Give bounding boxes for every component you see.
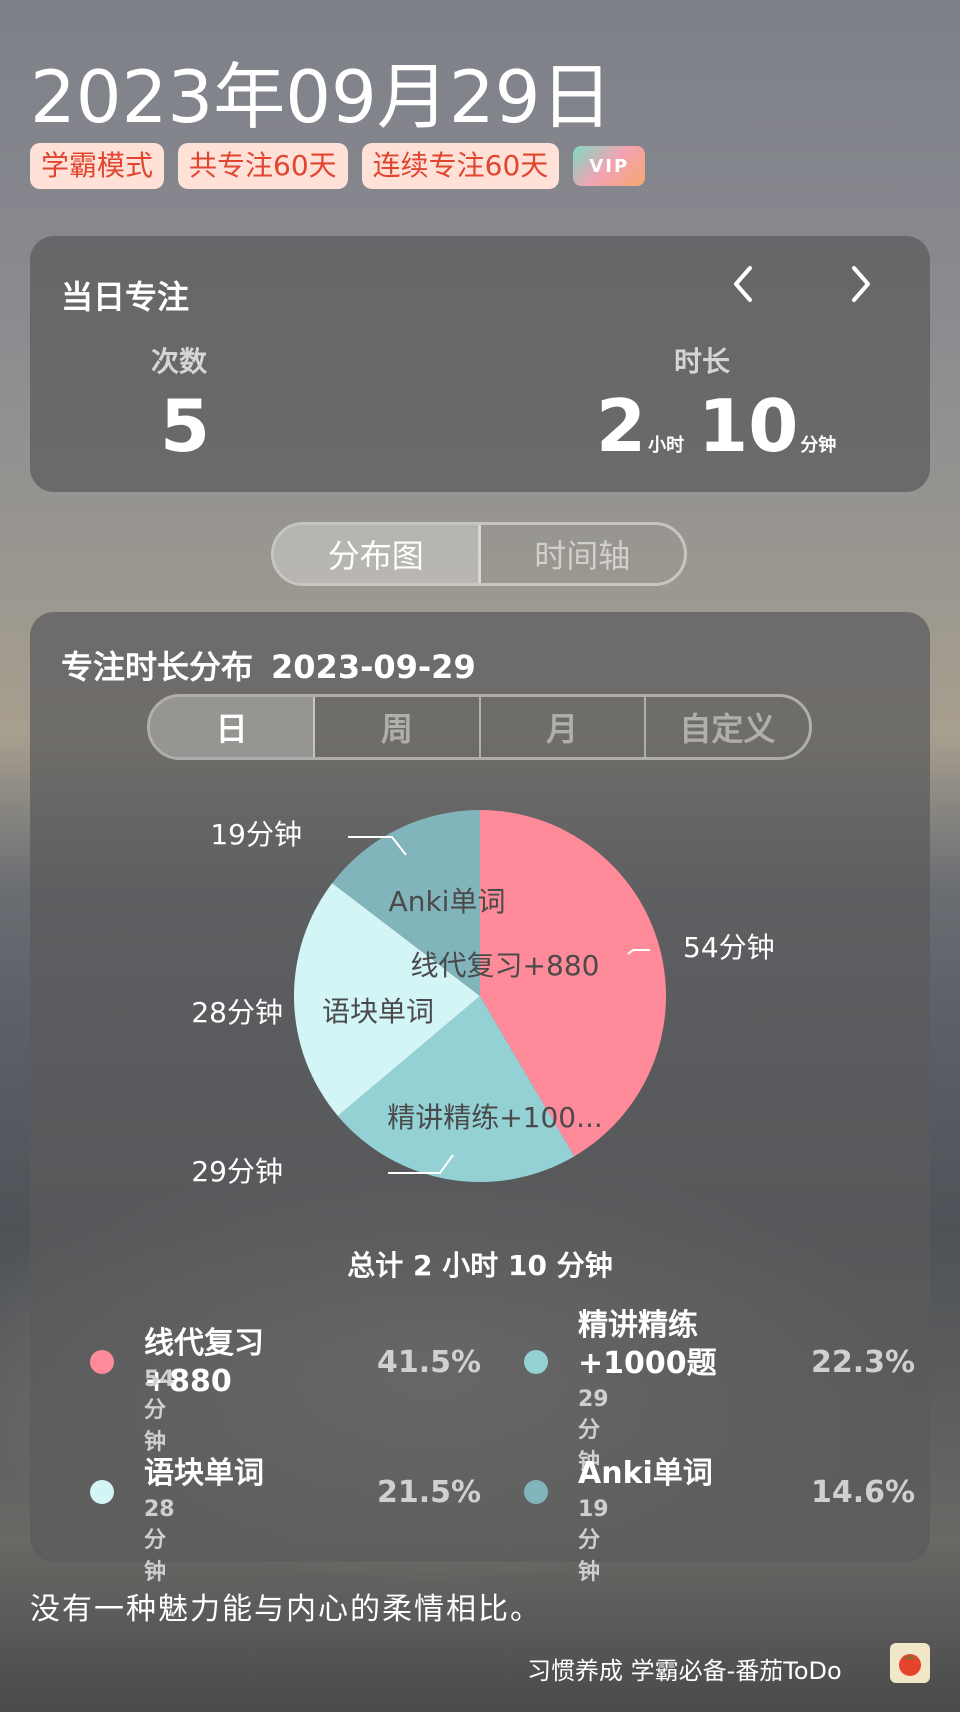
daily-focus-title: 当日专注 bbox=[61, 278, 190, 316]
pie-slice-label: 线代复习+880 bbox=[411, 949, 600, 982]
tab-timeline[interactable]: 时间轴 bbox=[481, 525, 685, 583]
legend-name: 语块单词 bbox=[144, 1456, 264, 1491]
legend-dot bbox=[90, 1350, 114, 1374]
view-toggle: 分布图 时间轴 bbox=[271, 522, 687, 586]
badge-streak-days: 连续专注60天 bbox=[361, 143, 560, 189]
legend-duration: 54分钟 bbox=[144, 1367, 175, 1455]
count-label: 次数 bbox=[151, 345, 208, 378]
tomato-icon[interactable] bbox=[890, 1643, 930, 1683]
vip-badge[interactable]: VIP bbox=[573, 146, 646, 186]
badge-total-days: 共专注60天 bbox=[178, 143, 348, 189]
badge-row: 学霸模式 共专注60天 连续专注60天 VIP bbox=[30, 143, 646, 189]
total-duration: 总计 2 小时 10 分钟 bbox=[347, 1249, 613, 1282]
legend-duration: 19分钟 bbox=[578, 1497, 609, 1585]
pie-slice-label: Anki单词 bbox=[389, 885, 506, 918]
minutes-value: 10 bbox=[698, 384, 799, 468]
legend-duration: 28分钟 bbox=[144, 1497, 175, 1585]
duration-label: 时长 bbox=[674, 345, 731, 378]
legend-percent: 14.6% bbox=[811, 1475, 916, 1510]
duration-value: 2 小时 10 分钟 bbox=[596, 386, 850, 486]
date-heading: 2023年09月29日 bbox=[30, 55, 613, 139]
pie-value-label: 19分钟 bbox=[210, 818, 302, 851]
legend-dot bbox=[524, 1350, 548, 1374]
legend-dot bbox=[90, 1480, 114, 1504]
distribution-card: 专注时长分布 2023-09-29 日 周 月 自定义 线代复习+880 54分钟精… bbox=[30, 612, 930, 1585]
pie-value-label: 54分钟 bbox=[683, 931, 775, 964]
legend-name: Anki单词 bbox=[578, 1456, 713, 1491]
chevron-right-icon[interactable] bbox=[848, 264, 874, 312]
minutes-unit: 分钟 bbox=[800, 435, 837, 456]
pie-slice-label: 语块单词 bbox=[322, 995, 434, 1028]
hours-value: 2 bbox=[596, 384, 647, 468]
tab-distribution[interactable]: 分布图 bbox=[274, 525, 481, 583]
legend-percent: 22.3% bbox=[811, 1345, 916, 1380]
pie-value-label: 28分钟 bbox=[191, 996, 283, 1029]
pie-chart: 线代复习+880 54分钟精讲精练+100... 29分钟 语块单词 28分钟 Anki单… bbox=[191, 810, 775, 1188]
pie-value-label: 29分钟 bbox=[191, 1155, 283, 1188]
legend-percent: 21.5% bbox=[377, 1475, 482, 1510]
legend-dot bbox=[524, 1480, 548, 1504]
chevron-left-icon[interactable] bbox=[730, 264, 756, 312]
daily-focus-card: 当日专注 次数 时长 5 2 小时 10 分钟 bbox=[30, 236, 930, 492]
legend-name: 精讲精练+1000题 bbox=[578, 1308, 717, 1381]
badge-mode: 学霸模式 bbox=[30, 143, 165, 189]
count-value: 5 bbox=[160, 384, 211, 468]
quote-text: 没有一种魅力能与内心的柔情相比。 bbox=[30, 1592, 542, 1627]
pie-slice-label: 精讲精练+100... bbox=[387, 1101, 603, 1134]
legend-percent: 41.5% bbox=[377, 1345, 482, 1380]
hours-unit: 小时 bbox=[648, 435, 685, 456]
brand-text: 习惯养成 学霸必备-番茄ToDo bbox=[527, 1657, 842, 1685]
